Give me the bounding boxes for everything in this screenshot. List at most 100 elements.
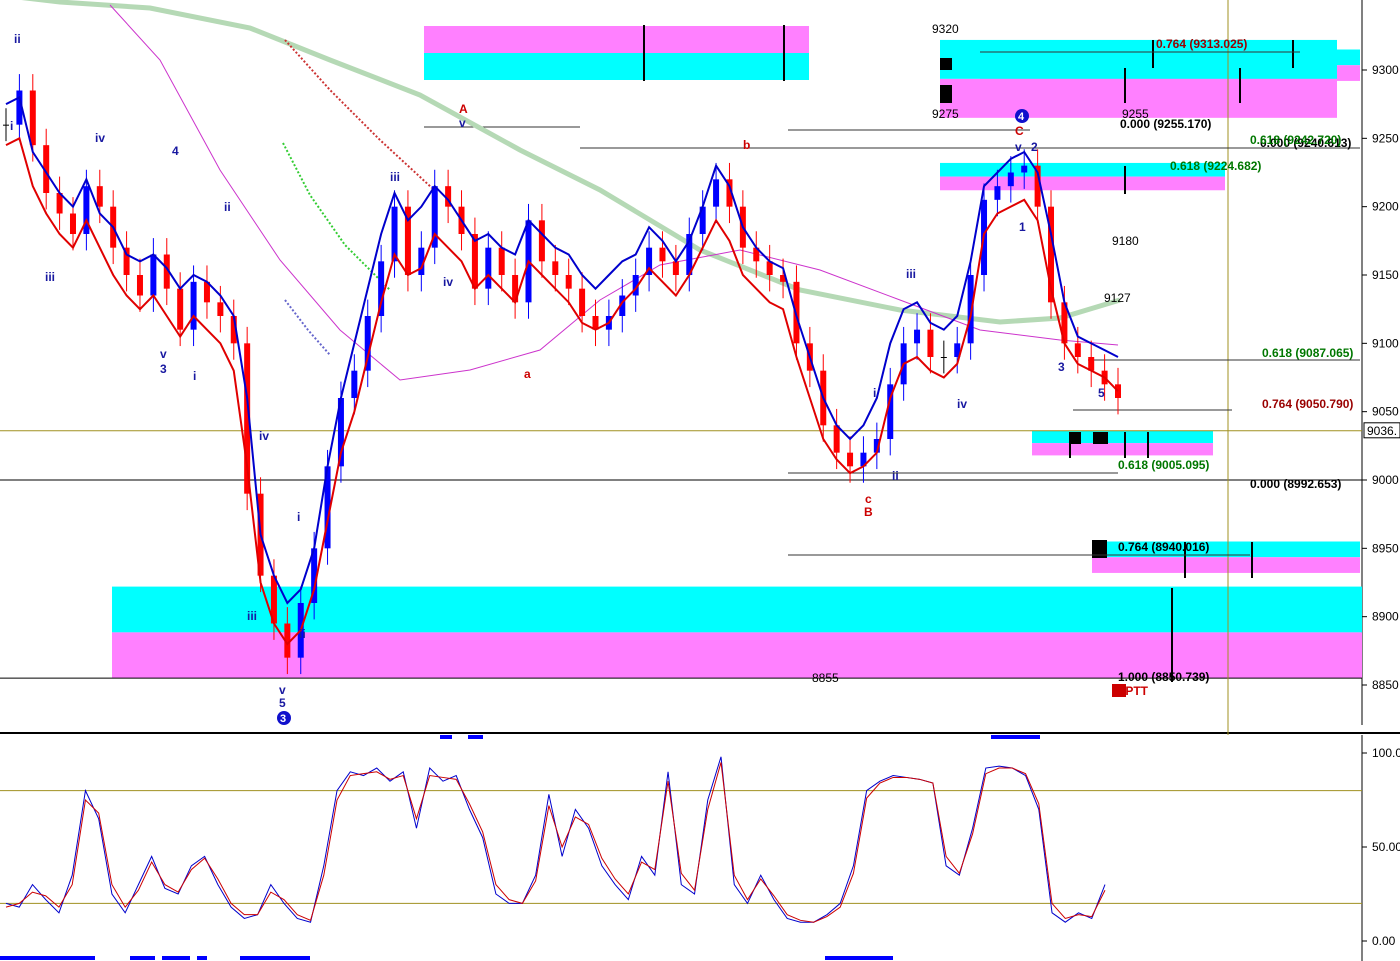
slow-band-line [5, 136, 1119, 646]
oscillator-chart: 100.0 50.00 0.00 [0, 735, 1400, 961]
wave-label: 5 [279, 696, 286, 710]
wave-label: 3 [1058, 360, 1065, 374]
osc-series-line [5, 762, 1106, 923]
price-note: 8855 [812, 671, 839, 685]
wave-label: ii [892, 469, 899, 483]
wave-label: 1 [1019, 220, 1026, 234]
candle-body [927, 329, 934, 357]
price-note: 9275 [932, 107, 959, 121]
candle-body [3, 124, 9, 126]
candle-body [659, 247, 666, 262]
osc-tick-label: 100.0 [1372, 746, 1400, 760]
wave-label: iv [443, 275, 453, 289]
wave-label: v [160, 347, 167, 361]
wave-label: 4 [172, 144, 179, 158]
wave-label: 4 [1018, 111, 1025, 123]
candle-body [217, 302, 224, 316]
wave-label: i [193, 369, 196, 383]
price-chart: 9300 9250 9200 9150 9100 9050 9000 8950 8900 8850… [0, 0, 1400, 735]
signal-bar [162, 956, 190, 960]
fib-label: 0.764 (9050.790) [1262, 397, 1353, 411]
y-tick-label: 8950 [1372, 541, 1399, 555]
candle-body [136, 275, 143, 296]
candle-body [538, 220, 545, 262]
zone-cyan-band [424, 53, 809, 80]
wave-label: B [864, 505, 873, 519]
wave-label: a [524, 367, 531, 381]
candle-body [96, 186, 103, 207]
fib-label: 0.764 (9313.025) [1156, 37, 1247, 51]
zone-marker-block [940, 85, 952, 103]
candle-body [485, 247, 492, 289]
wave-label: 5 [1098, 386, 1105, 400]
y-tick-label: 9050 [1372, 405, 1399, 419]
candle-body [1115, 384, 1121, 398]
wave-label: iv [95, 131, 105, 145]
wave-label: ii [14, 32, 21, 46]
candle-body [150, 254, 157, 296]
fib-label: 0.618 (9242.720) [1250, 133, 1341, 147]
ptt-label: 15PTT [1112, 684, 1149, 698]
tangent-arc [284, 39, 433, 189]
candle-body [847, 452, 854, 467]
y-tick-label: 9100 [1372, 336, 1399, 350]
zone-magenta-band [1092, 557, 1360, 573]
y-tick-label: 9150 [1372, 268, 1399, 282]
wave-label: C [1015, 124, 1024, 138]
wave-label: iii [247, 609, 257, 623]
wave-label: i [297, 510, 300, 524]
y-tick-label: 9000 [1372, 473, 1399, 487]
wave-label: ii [299, 627, 306, 641]
candle-body [1007, 172, 1014, 187]
candle-body [498, 247, 505, 275]
fib-label: 1.000 (8850.739) [1118, 670, 1209, 684]
candle-body [552, 261, 559, 275]
wave-label: i [873, 386, 876, 400]
chart-root: 9300 9250 9200 9150 9100 9050 9000 8950 8900 8850… [0, 0, 1400, 961]
candle-body [471, 234, 478, 289]
fib-label: 0.000 (8992.653) [1250, 477, 1341, 491]
price-tag-label: 9036. [1367, 424, 1397, 438]
tangent-arc [284, 299, 331, 356]
signal-bar [468, 735, 483, 739]
osc-tick-label: 0.00 [1372, 934, 1396, 948]
y-tick-label: 9300 [1372, 63, 1399, 77]
zone-magenta-band [1032, 443, 1213, 456]
zone-cyan-band [940, 39, 1337, 79]
y-tick-label: 9250 [1372, 131, 1399, 145]
tangent-arc [282, 142, 391, 291]
candle-body [190, 281, 197, 330]
fib-label: 0.618 (9224.682) [1170, 159, 1261, 173]
wave-label: v [1015, 140, 1022, 154]
wave-label: iii [45, 270, 55, 284]
fib-label: 0.618 (9087.065) [1262, 346, 1353, 360]
signal-bar [130, 956, 155, 960]
zone-marker-block [1093, 432, 1108, 444]
wave-label: c [865, 492, 872, 506]
price-note: 9320 [932, 22, 959, 36]
candle-body [914, 329, 921, 344]
candle-body [940, 357, 947, 358]
signal-bar [197, 956, 207, 960]
wave-label: iii [906, 267, 916, 281]
osc-tick-label: 50.00 [1372, 840, 1400, 854]
wave-label: A [459, 102, 468, 116]
y-tick-label: 8850 [1372, 678, 1399, 692]
y-tick-label: 8900 [1372, 610, 1399, 624]
y-tick-label: 9200 [1372, 200, 1399, 214]
wave-label: v [279, 683, 286, 697]
wave-label: 3 [280, 713, 286, 725]
wave-label: 3 [160, 362, 167, 376]
wave-label: iv [957, 397, 967, 411]
candle-body [1021, 165, 1028, 173]
candle-body [29, 90, 36, 146]
zone-magenta-band [424, 26, 809, 53]
wave-label: iv [259, 429, 269, 443]
zone-cyan-band [1032, 430, 1213, 444]
candle-body [994, 186, 1001, 200]
candle-body [579, 288, 586, 316]
wave-label: v [459, 116, 466, 130]
signal-bar [991, 735, 1040, 739]
wave-label: ii [224, 200, 231, 214]
signal-bar [240, 956, 310, 960]
